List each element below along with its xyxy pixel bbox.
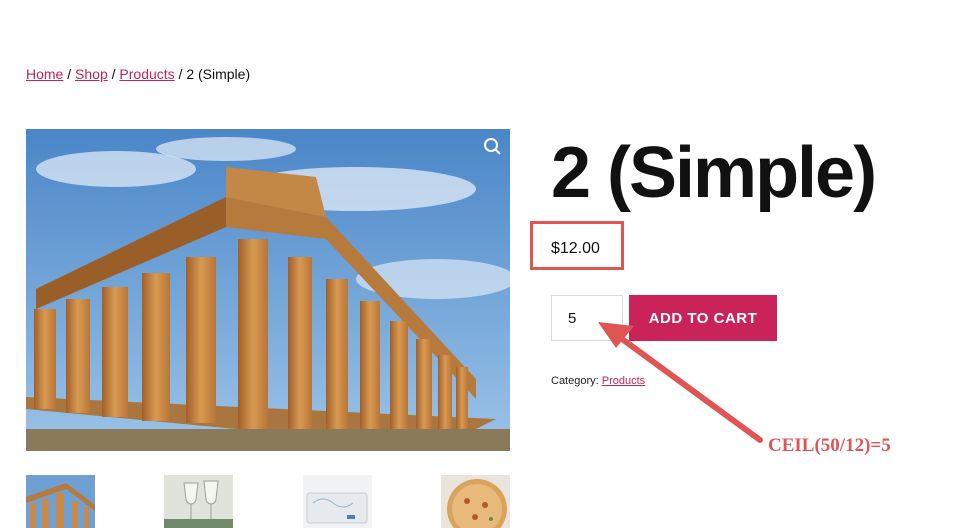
product-category: Category: Products [551,375,645,387]
breadcrumb-current: / 2 (Simple) [174,66,251,82]
breadcrumb-shop-link[interactable]: Shop [75,66,108,82]
thumbnail-temple[interactable] [26,475,95,528]
product-thumbnails [26,475,510,528]
breadcrumb-home-link[interactable]: Home [26,66,63,82]
thumbnail-pizza[interactable] [441,475,510,528]
product-main-image[interactable] [26,129,510,451]
breadcrumb-products-link[interactable]: Products [119,66,174,82]
category-label: Category: [551,375,602,387]
thumbnail-glasses[interactable] [164,475,233,528]
product-price: $12.00 [551,240,600,257]
breadcrumb-separator: / [107,66,120,82]
add-to-cart-button[interactable]: ADD TO CART [629,295,777,341]
product-title: 2 (Simple) [551,133,877,213]
thumbnail-device[interactable] [303,475,372,528]
category-link-products[interactable]: Products [602,375,645,387]
quantity-input[interactable] [551,295,623,341]
breadcrumb-separator: / [63,66,76,82]
breadcrumb: Home / Shop / Products / 2 (Simple) [26,66,250,82]
annotation-formula: CEIL(50/12)=5 [768,435,891,456]
